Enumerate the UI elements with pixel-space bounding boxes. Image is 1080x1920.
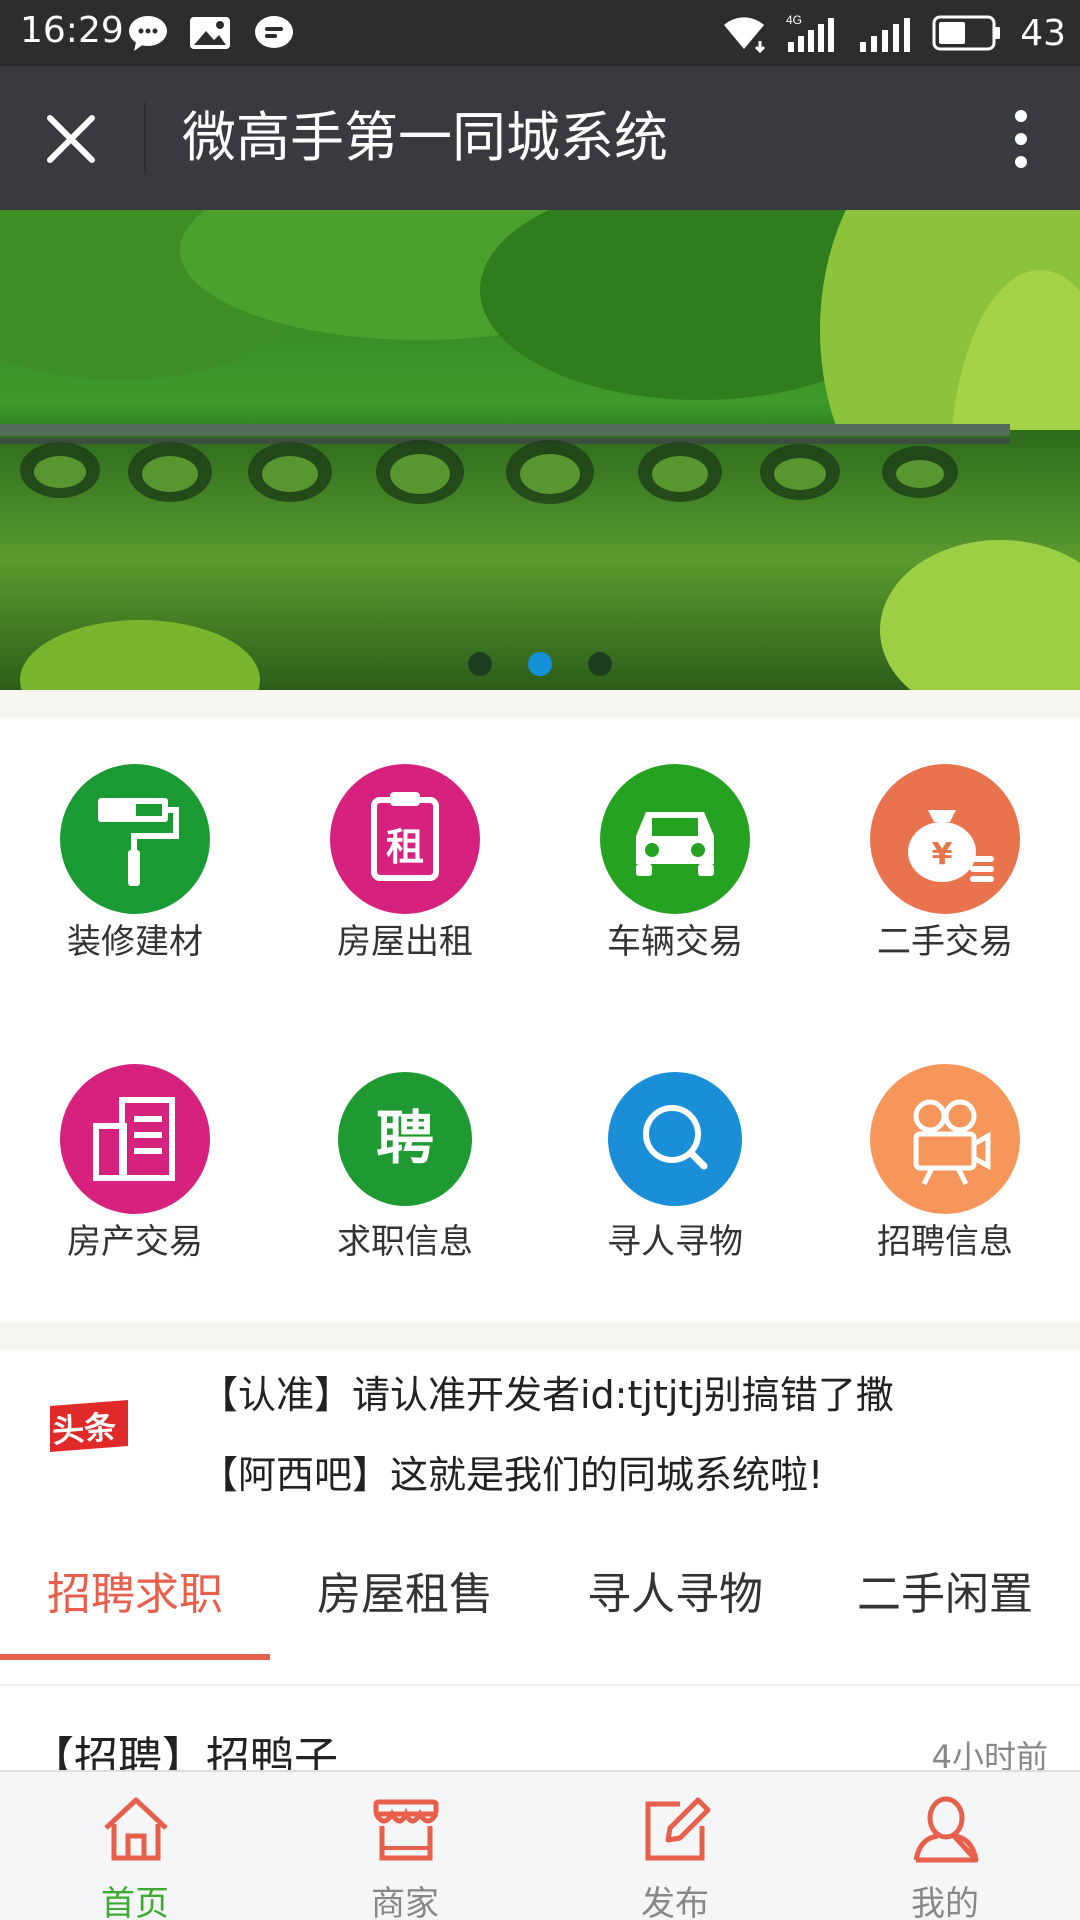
wechat-notification-icon — [129, 16, 167, 51]
headline-item[interactable]: 【认准】请认准开发者id:tjtjtj别搞错了撒 — [200, 1364, 894, 1419]
status-time: 16:29 — [20, 10, 124, 51]
banner-carousel[interactable] — [0, 210, 1080, 690]
category-recruitment[interactable]: 招聘信息 — [810, 1018, 1080, 1262]
category-job-seeking[interactable]: 聘 求职信息 — [270, 1018, 540, 1262]
signal-icon — [860, 18, 911, 52]
category-label: 房产交易 — [67, 1222, 203, 1262]
money-bag-icon: ¥ — [870, 764, 1020, 914]
category-label: 装修建材 — [67, 922, 203, 962]
signal-4g-icon: 4G — [786, 13, 835, 52]
category-tabs: 招聘求职 房屋租售 寻人寻物 二手闲置 — [0, 1540, 1080, 1686]
nav-publish[interactable]: 发布 — [540, 1772, 810, 1920]
status-bar: 16:29 4G 43 — [0, 0, 1080, 66]
carousel-dot[interactable] — [468, 652, 492, 676]
category-label: 求职信息 — [337, 1222, 473, 1262]
shop-icon — [373, 1799, 439, 1861]
search-icon — [608, 1072, 742, 1206]
nav-label: 首页 — [101, 1884, 169, 1920]
nav-profile[interactable]: 我的 — [810, 1772, 1080, 1920]
nav-label: 商家 — [371, 1884, 439, 1920]
battery-level: 43 — [1020, 12, 1066, 54]
category-label: 寻人寻物 — [607, 1222, 743, 1262]
section-divider — [0, 690, 1080, 718]
category-label: 二手交易 — [877, 922, 1013, 962]
car-icon — [600, 764, 750, 914]
image-notification-icon — [190, 17, 230, 49]
carousel-dots — [0, 652, 1080, 676]
list-item[interactable]: 【招聘】招鸭子 4小时前 — [0, 1688, 1080, 1784]
rent-clipboard-icon: 租 — [330, 764, 480, 914]
headline-ticker[interactable]: 头条 【认准】请认准开发者id:tjtjtj别搞错了撒 【阿西吧】这就是我们的同… — [0, 1350, 1080, 1536]
tab-recruitment[interactable]: 招聘求职 — [0, 1540, 270, 1686]
camera-icon — [870, 1064, 1020, 1214]
more-menu-icon[interactable] — [1006, 106, 1036, 172]
category-property[interactable]: 房产交易 — [0, 1018, 270, 1262]
nav-shop[interactable]: 商家 — [270, 1772, 540, 1920]
message-notification-icon — [255, 16, 293, 48]
title-bar: 微高手第一同城系统 — [0, 66, 1080, 210]
tab-secondhand[interactable]: 二手闲置 — [810, 1540, 1080, 1686]
edit-icon — [645, 1797, 711, 1861]
tab-lost-found[interactable]: 寻人寻物 — [540, 1540, 810, 1686]
category-house-rent[interactable]: 租 房屋出租 — [270, 718, 540, 962]
category-grid: 装修建材 租 房屋出租 车辆交易 ¥ 二手交易 房产交易 聘 求职信息 寻人寻物… — [0, 718, 1080, 1318]
tab-housing[interactable]: 房屋租售 — [270, 1540, 540, 1686]
headline-badge: 头条 — [50, 1407, 118, 1451]
category-label: 房屋出租 — [337, 922, 473, 962]
headline-item[interactable]: 【阿西吧】这就是我们的同城系统啦! — [200, 1444, 823, 1499]
title-divider — [144, 102, 146, 174]
category-secondhand[interactable]: ¥ 二手交易 — [810, 718, 1080, 962]
hire-glyph: 聘 — [376, 1104, 434, 1172]
yuan-glyph: ¥ — [932, 837, 953, 872]
category-label: 车辆交易 — [607, 922, 743, 962]
nav-label: 我的 — [911, 1884, 979, 1920]
category-lost-found[interactable]: 寻人寻物 — [540, 1018, 810, 1262]
banner-image — [0, 210, 1080, 690]
user-icon — [913, 1796, 979, 1863]
section-divider — [0, 1322, 1080, 1350]
building-icon — [60, 1064, 210, 1214]
category-vehicle[interactable]: 车辆交易 — [540, 718, 810, 962]
battery-icon — [932, 15, 1001, 51]
nav-home[interactable]: 首页 — [0, 1772, 270, 1920]
nav-label: 发布 — [641, 1884, 709, 1920]
rent-glyph: 租 — [386, 825, 424, 869]
active-tab-indicator — [0, 1654, 270, 1660]
carousel-dot[interactable] — [588, 652, 612, 676]
category-decoration[interactable]: 装修建材 — [0, 718, 270, 962]
paint-roller-icon — [60, 764, 210, 914]
close-icon[interactable] — [44, 112, 98, 166]
bottom-nav: 首页 商家 发布 我的 — [0, 1770, 1080, 1920]
hire-icon: 聘 — [338, 1072, 472, 1206]
home-icon — [104, 1797, 168, 1861]
wifi-icon — [724, 17, 766, 53]
page-title: 微高手第一同城系统 — [182, 106, 668, 169]
category-label: 招聘信息 — [877, 1222, 1013, 1262]
svg-text:4G: 4G — [786, 13, 802, 27]
carousel-dot-active[interactable] — [528, 652, 552, 676]
